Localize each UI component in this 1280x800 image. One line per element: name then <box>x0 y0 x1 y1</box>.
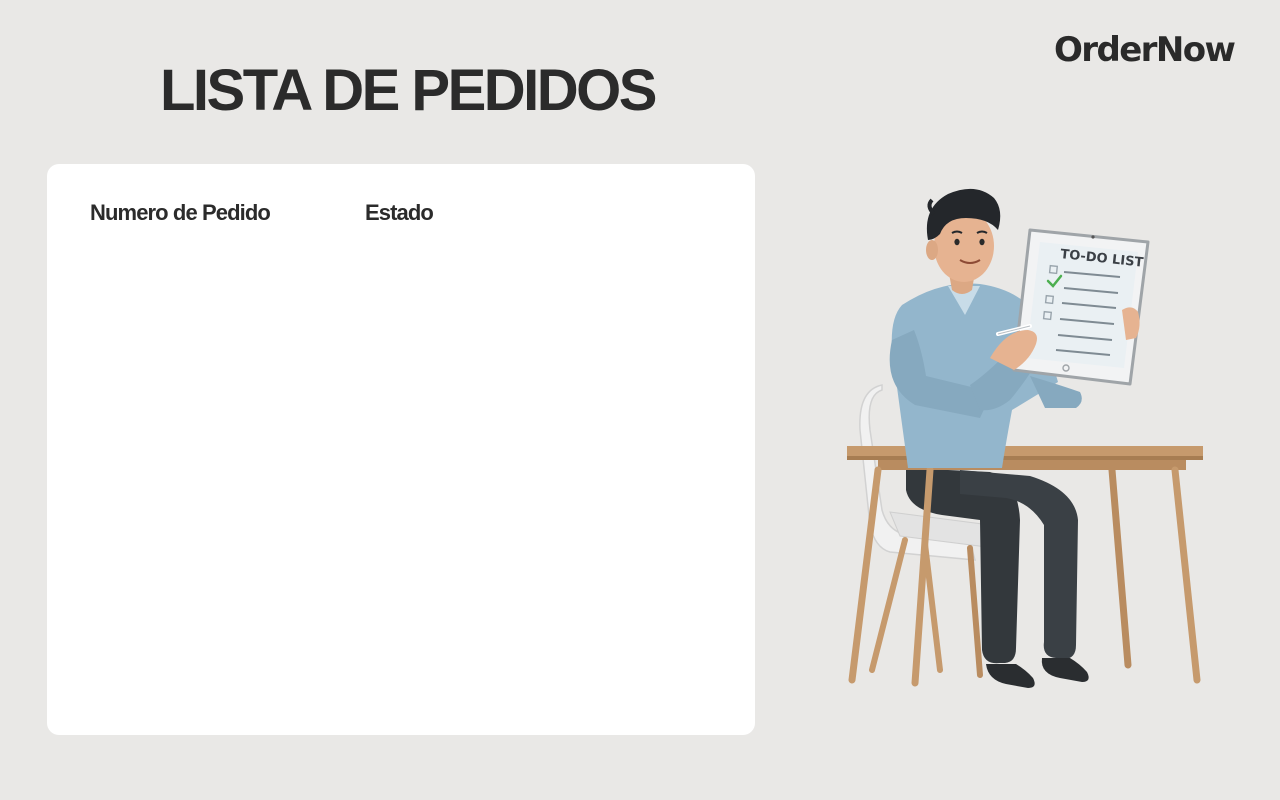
person-with-todo-list-illustration: TO-DO LIST <box>847 188 1203 688</box>
tablet: TO-DO LIST <box>1012 228 1150 386</box>
pants <box>906 468 1078 664</box>
brand-logo: OrderNow <box>1054 30 1236 70</box>
head <box>926 188 1001 294</box>
page-title: LISTA DE PEDIDOS <box>160 58 657 123</box>
orders-table-panel: Numero de Pedido Estado <box>47 164 755 735</box>
column-header-order-number: Numero de Pedido <box>90 200 271 225</box>
column-header-status: Estado <box>365 200 434 225</box>
